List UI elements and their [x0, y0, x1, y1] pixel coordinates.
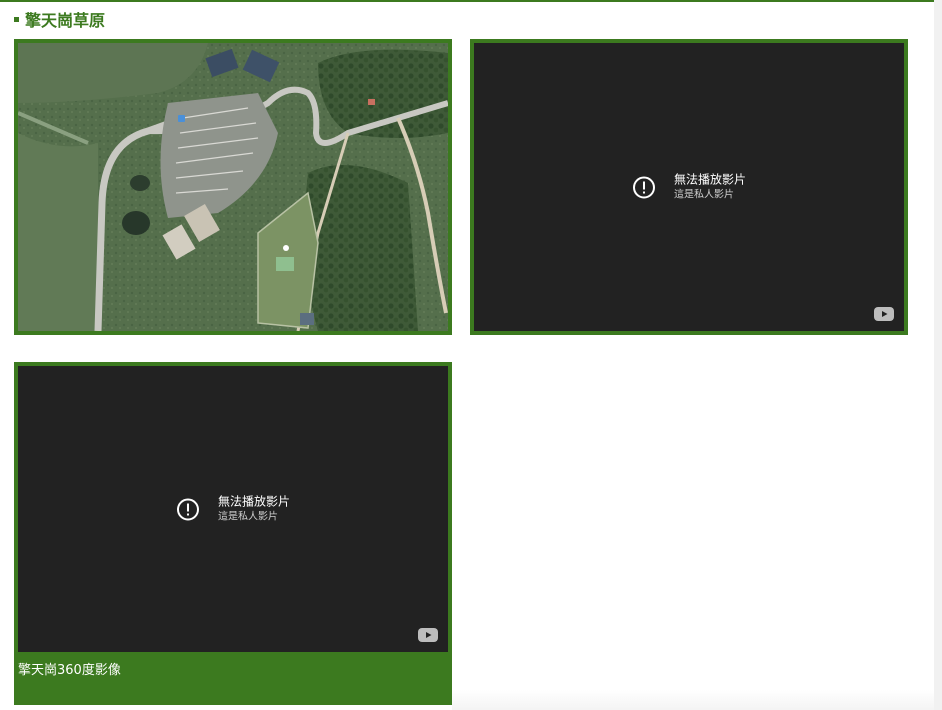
square-bullet-icon: [14, 16, 19, 22]
video-error-message: 無法播放影片 這是私人影片: [632, 172, 746, 203]
video-card-1: 無法播放影片 這是私人影片: [470, 39, 908, 335]
error-text: 無法播放影片 這是私人影片: [218, 494, 290, 525]
error-text: 無法播放影片 這是私人影片: [674, 172, 746, 203]
alert-circle-icon: [632, 176, 655, 198]
scrollbar-track[interactable]: [934, 0, 942, 710]
video-player[interactable]: 無法播放影片 這是私人影片: [474, 43, 904, 331]
video-player[interactable]: 無法播放影片 這是私人影片: [18, 366, 448, 652]
bottom-shadow: [452, 690, 934, 710]
top-border: [0, 0, 934, 2]
error-subtitle: 這是私人影片: [673, 189, 734, 201]
error-subtitle: 這是私人影片: [217, 511, 278, 523]
map-satellite-icon: [18, 43, 448, 331]
video-card-2: 無法播放影片 這是私人影片 擎天崗360度影像: [14, 362, 452, 705]
video-error-message: 無法播放影片 這是私人影片: [176, 494, 290, 525]
youtube-logo-icon[interactable]: [874, 307, 894, 321]
error-title: 無法播放影片: [673, 172, 747, 187]
youtube-logo-icon[interactable]: [418, 628, 438, 642]
video-caption: 擎天崗360度影像: [18, 663, 121, 678]
section-header: 擎天崗草原: [14, 8, 105, 30]
map-card: [14, 39, 452, 335]
error-title: 無法播放影片: [217, 494, 291, 509]
section-title: 擎天崗草原: [25, 11, 106, 30]
page: 擎天崗草原 無法播放影片 這是私人影片 無法播放影片 這是私人影片 擎天崗360…: [0, 0, 942, 710]
satellite-map[interactable]: [18, 43, 448, 331]
alert-circle-icon: [176, 498, 199, 520]
